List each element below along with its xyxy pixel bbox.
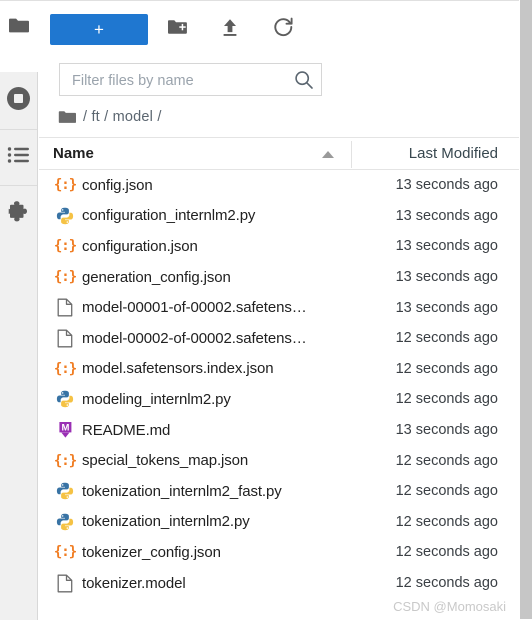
- file-row[interactable]: {:} generation_config.json 13 seconds ago: [39, 262, 520, 293]
- column-header-name[interactable]: Name: [53, 145, 94, 162]
- file-last-modified: 13 seconds ago: [395, 238, 498, 255]
- vertical-scrollbar[interactable]: [520, 0, 532, 619]
- file-last-modified: 13 seconds ago: [395, 177, 498, 194]
- file-row[interactable]: {:} configuration.json 13 seconds ago: [39, 231, 520, 262]
- generic-file-icon: [55, 298, 75, 318]
- file-name: configuration_internlm2.py: [82, 207, 256, 225]
- file-row[interactable]: model-00001-of-00002.safetens… 13 seconds…: [39, 292, 520, 323]
- column-header-last-modified[interactable]: Last Modified: [409, 145, 498, 162]
- file-last-modified: 13 seconds ago: [395, 269, 498, 286]
- json-file-icon: {:}: [53, 269, 77, 286]
- python-file-icon: [55, 389, 75, 409]
- file-name: model-00002-of-00002.safetens…: [82, 329, 307, 347]
- generic-file-icon: [55, 573, 75, 593]
- file-table-header: Name Last Modified: [39, 137, 520, 170]
- python-file-icon: [55, 512, 75, 532]
- file-name: tokenizer_config.json: [82, 543, 221, 561]
- json-file-icon: {:}: [53, 238, 77, 255]
- puzzle-piece-icon: [7, 199, 31, 228]
- file-name: modeling_internlm2.py: [82, 390, 231, 408]
- file-row[interactable]: {:} special_tokens_map.json 12 seconds ago: [39, 445, 520, 476]
- jupyter-file-browser: + Filter files by name / ft / model / Na…: [0, 0, 532, 620]
- file-last-modified: 12 seconds ago: [395, 513, 498, 530]
- file-browser-toolbar: +: [39, 1, 520, 57]
- json-file-icon: {:}: [53, 177, 77, 194]
- breadcrumb-path[interactable]: / ft / model /: [83, 109, 162, 125]
- breadcrumb[interactable]: / ft / model /: [58, 106, 162, 128]
- folder-icon[interactable]: [58, 110, 77, 125]
- file-list: {:} config.json 13 seconds ago configuratio…: [39, 170, 520, 620]
- new-folder-button[interactable]: [164, 17, 190, 43]
- folder-icon: [8, 17, 30, 40]
- python-file-icon: [55, 206, 75, 226]
- file-name: tokenization_internlm2_fast.py: [82, 482, 282, 500]
- file-row[interactable]: modeling_internlm2.py 12 seconds ago: [39, 384, 520, 415]
- file-row[interactable]: {:} tokenizer_config.json 12 seconds ago: [39, 537, 520, 568]
- file-name: config.json: [82, 176, 153, 194]
- file-last-modified: 12 seconds ago: [395, 391, 498, 408]
- new-folder-icon: [167, 19, 188, 41]
- file-last-modified: 12 seconds ago: [395, 360, 498, 377]
- column-separator: [351, 141, 352, 168]
- file-row[interactable]: M README.md 13 seconds ago: [39, 415, 520, 446]
- file-last-modified: 12 seconds ago: [395, 452, 498, 469]
- file-last-modified: 13 seconds ago: [395, 299, 498, 316]
- left-sidebar: [0, 1, 38, 620]
- generic-file-icon: [55, 328, 75, 348]
- stop-circle-icon: [6, 86, 31, 116]
- file-row[interactable]: tokenization_internlm2_fast.py 12 seconds…: [39, 476, 520, 507]
- upload-button[interactable]: [217, 17, 243, 43]
- file-browser-panel: + Filter files by name / ft / model / Na…: [39, 1, 520, 619]
- refresh-button[interactable]: [270, 17, 296, 43]
- filter-files-box[interactable]: [59, 63, 322, 97]
- file-row[interactable]: configuration_internlm2.py 13 seconds ago: [39, 201, 520, 232]
- sidebar-item-commands[interactable]: [0, 130, 38, 185]
- python-file-icon: [55, 481, 75, 501]
- file-name: tokenization_internlm2.py: [82, 513, 250, 531]
- file-name: model-00001-of-00002.safetens…: [82, 299, 307, 317]
- json-file-icon: {:}: [53, 544, 77, 561]
- file-row[interactable]: {:} model.safetensors.index.json 12 second…: [39, 354, 520, 385]
- file-name: README.md: [82, 421, 171, 439]
- sidebar-item-file-browser[interactable]: [0, 1, 38, 56]
- file-last-modified: 13 seconds ago: [395, 422, 498, 439]
- svg-text:M: M: [61, 423, 69, 434]
- filter-files-input[interactable]: [70, 64, 289, 97]
- file-name: tokenizer.model: [82, 574, 186, 592]
- sidebar-item-running-sessions[interactable]: [0, 72, 38, 129]
- file-last-modified: 12 seconds ago: [395, 575, 498, 592]
- list-icon: [7, 145, 31, 170]
- sidebar-item-extensions[interactable]: [0, 186, 38, 241]
- file-name: model.safetensors.index.json: [82, 360, 274, 378]
- search-icon[interactable]: [294, 70, 314, 90]
- file-name: generation_config.json: [82, 268, 231, 286]
- file-name: configuration.json: [82, 237, 198, 255]
- file-name: special_tokens_map.json: [82, 452, 249, 470]
- file-row[interactable]: {:} config.json 13 seconds ago: [39, 170, 520, 201]
- file-last-modified: 12 seconds ago: [395, 544, 498, 561]
- json-file-icon: {:}: [53, 360, 77, 377]
- new-launcher-button[interactable]: +: [50, 14, 148, 45]
- sort-ascending-icon[interactable]: [322, 151, 334, 158]
- refresh-icon: [273, 17, 294, 43]
- file-row[interactable]: tokenization_internlm2.py 12 seconds ago: [39, 507, 520, 538]
- file-row[interactable]: tokenizer.model 12 seconds ago: [39, 568, 520, 599]
- file-last-modified: 12 seconds ago: [395, 483, 498, 500]
- file-last-modified: 12 seconds ago: [395, 330, 498, 347]
- markdown-file-icon: M: [55, 420, 75, 440]
- file-row[interactable]: model-00002-of-00002.safetens… 12 seconds…: [39, 323, 520, 354]
- json-file-icon: {:}: [53, 452, 77, 469]
- upload-icon: [221, 18, 239, 42]
- file-last-modified: 13 seconds ago: [395, 207, 498, 224]
